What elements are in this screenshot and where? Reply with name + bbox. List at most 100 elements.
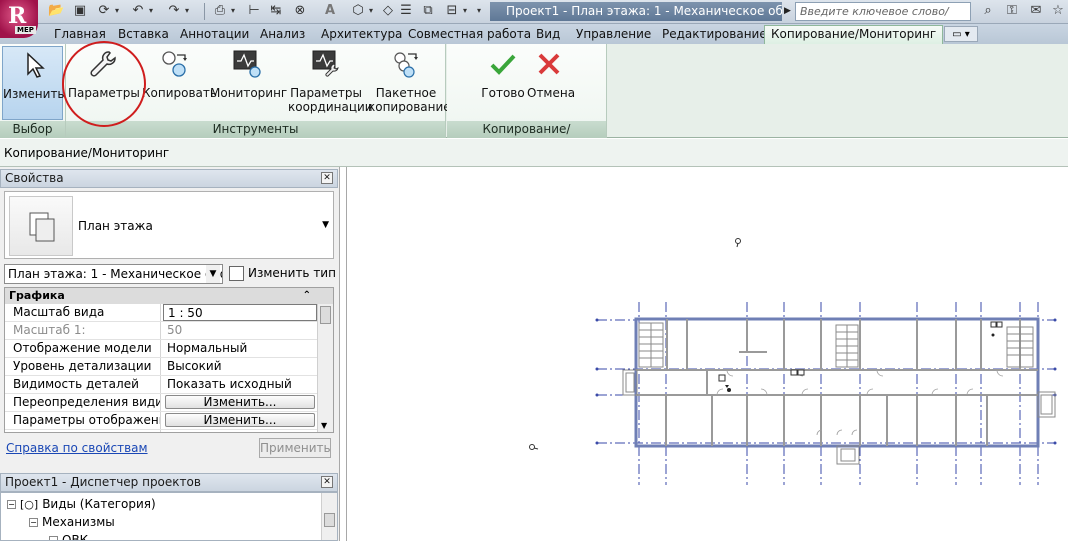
properties-help-link[interactable]: Справка по свойствам [6,441,148,455]
sync-dropdown-icon[interactable]: ▾ [112,3,122,19]
section-icon[interactable]: ◇ [380,3,396,19]
floor-plan-drawing [529,238,1057,485]
property-row: Уровень детализации Высокий [5,358,333,376]
tab-home[interactable]: Главная [54,26,106,44]
redo-icon[interactable]: ↷ [166,3,182,19]
tab-analyze[interactable]: Анализ [260,26,305,44]
tab-copy-monitor[interactable]: Копирование/Мониторинг [764,25,944,45]
cancel-x-icon [538,53,560,75]
views-icon: [○] [20,498,39,511]
copy-button[interactable]: Копировать [142,46,217,120]
search-binoculars-icon[interactable]: ⌕ [980,3,996,19]
type-name: План этажа [78,219,153,233]
collapse-icon[interactable]: − [49,536,58,540]
open-icon[interactable]: 📂 [48,3,64,19]
scrollbar-thumb[interactable] [320,306,331,324]
panel-select: Изменить Выбор [0,44,66,138]
tab-manage[interactable]: Управление [576,26,651,44]
tab-modify[interactable]: Редактирование [662,26,767,44]
measure-icon[interactable]: ⊢ [246,3,262,19]
tab-collaborate[interactable]: Совместная работа [408,26,531,44]
aligned-dimension-icon[interactable]: ↹ [268,3,284,19]
properties-title: Свойства [5,171,64,185]
print-icon[interactable]: ⎙ [212,3,228,19]
type-dropdown-icon[interactable]: ▼ [322,220,329,230]
finish-button[interactable]: Готово [481,46,525,120]
edit-type-button[interactable]: Изменить тип [229,264,336,284]
coordination-settings-icon [312,50,339,77]
tree-item-mechanical[interactable]: − Механизмы [29,513,115,531]
view-instance-dropdown[interactable]: План этажа: 1 - Механическое обор ▼ [4,264,223,284]
properties-scrollbar[interactable]: ▼ [317,304,333,432]
property-row: Масштаб вида 1 : 50 [5,304,333,322]
property-row: П Н [5,430,333,432]
application-menu-button[interactable]: R MEP [0,0,38,38]
search-expand-icon[interactable]: ▶ [784,3,794,20]
detail-level-field[interactable]: Высокий [163,358,317,375]
coordination-settings-button[interactable]: Параметры координации [288,46,373,120]
undo-icon[interactable]: ↶ [130,3,146,19]
text-icon[interactable]: A [322,3,338,19]
property-row: Масштаб 1: 50 [5,322,333,340]
project-browser-scrollbar[interactable] [321,493,337,540]
modify-button[interactable]: Изменить [2,46,65,120]
minimize-ribbon-button[interactable]: ▭ ▾ [944,26,978,42]
type-selector[interactable]: План этажа ▼ [4,191,334,259]
apply-button[interactable]: Применить [259,438,331,458]
properties-header: Свойства ✕ [0,169,338,188]
search-input[interactable]: Введите ключевое слово/фразу [795,2,971,35]
tab-insert[interactable]: Вставка [118,26,169,44]
tab-view[interactable]: Вид [536,26,560,44]
parts-visibility-field[interactable]: Показать исходный [163,376,317,393]
scroll-down-icon[interactable]: ▼ [321,421,327,430]
sync-icon[interactable]: ⟳ [96,3,112,19]
batch-copy-button[interactable]: Пакетное копирование [368,46,451,120]
subscription-key-icon[interactable]: ⚿ [1004,3,1020,19]
tab-annotate[interactable]: Аннотации [180,26,249,44]
vg-overrides-edit-button[interactable]: Изменить... [165,395,315,409]
thin-lines-icon[interactable]: ☰ [398,3,414,19]
customize-toolbar-icon[interactable]: ▾ [474,3,484,19]
options-button[interactable]: Параметры [68,46,140,120]
collapse-chevron-icon[interactable]: ⌃ [303,288,311,304]
monitor-button[interactable]: Мониторинг [210,46,287,120]
redo-dropdown-icon[interactable]: ▾ [182,3,192,19]
collapse-icon[interactable]: − [29,518,38,527]
tag-icon[interactable]: ⊗ [292,3,308,19]
property-group-graphics[interactable]: Графика ⌃ [5,288,333,304]
close-hidden-windows-icon[interactable]: ⧉ [420,3,436,19]
tab-architecture[interactable]: Архитектура [321,26,402,44]
favorites-star-icon[interactable]: ☆ [1050,3,1066,19]
copy-elements-icon [162,51,187,77]
switch-windows-dropdown-icon[interactable]: ▾ [460,3,470,19]
cancel-button[interactable]: Отмена [527,46,575,120]
entrances [622,369,1056,465]
batch-copy-icon [394,52,418,78]
save-icon[interactable]: ▣ [72,3,88,19]
graphic-display-edit-button[interactable]: Изменить... [165,413,315,427]
wrench-icon [90,51,116,77]
view-scale-field[interactable]: 1 : 50 [163,304,317,321]
property-row: Параметры отображени... Изменить... [5,412,333,430]
app-badge: MEP [15,26,36,34]
communication-center-icon[interactable]: ✉ [1028,3,1044,19]
collapse-icon[interactable]: − [7,500,16,509]
display-model-field[interactable]: Нормальный [163,340,317,357]
properties-close-icon[interactable]: ✕ [321,172,333,184]
drawing-canvas[interactable] [346,167,1068,541]
quick-access-toolbar: R MEP 📂 ▣ ⟳ ▾ ↶ ▾ ↷ ▾ ⎙ ▾ ⊢ ↹ ⊗ A ⬡ ▾ ◇ … [0,0,1068,38]
tree-item-hvac[interactable]: − ОВК [49,531,88,540]
exterior-walls [634,317,1040,448]
switch-windows-icon[interactable]: ⊟ [444,3,460,19]
property-row: Переопределения види... Изменить... [5,394,333,412]
tree-item-views[interactable]: − [○] Виды (Категория) [7,495,156,513]
3d-view-dropdown-icon[interactable]: ▾ [366,3,376,19]
3d-view-icon[interactable]: ⬡ [350,3,366,19]
project-browser-close-icon[interactable]: ✕ [321,476,333,488]
panel-title-copy-monitor: Копирование/Мониторинг [447,121,606,153]
scrollbar-thumb[interactable] [324,513,335,527]
properties-grid: Графика ⌃ Масштаб вида 1 : 50 Масштаб 1:… [4,287,334,433]
project-browser-title: Проект1 - Диспетчер проектов [5,475,201,489]
print-dropdown-icon[interactable]: ▾ [228,3,238,19]
undo-dropdown-icon[interactable]: ▾ [146,3,156,19]
